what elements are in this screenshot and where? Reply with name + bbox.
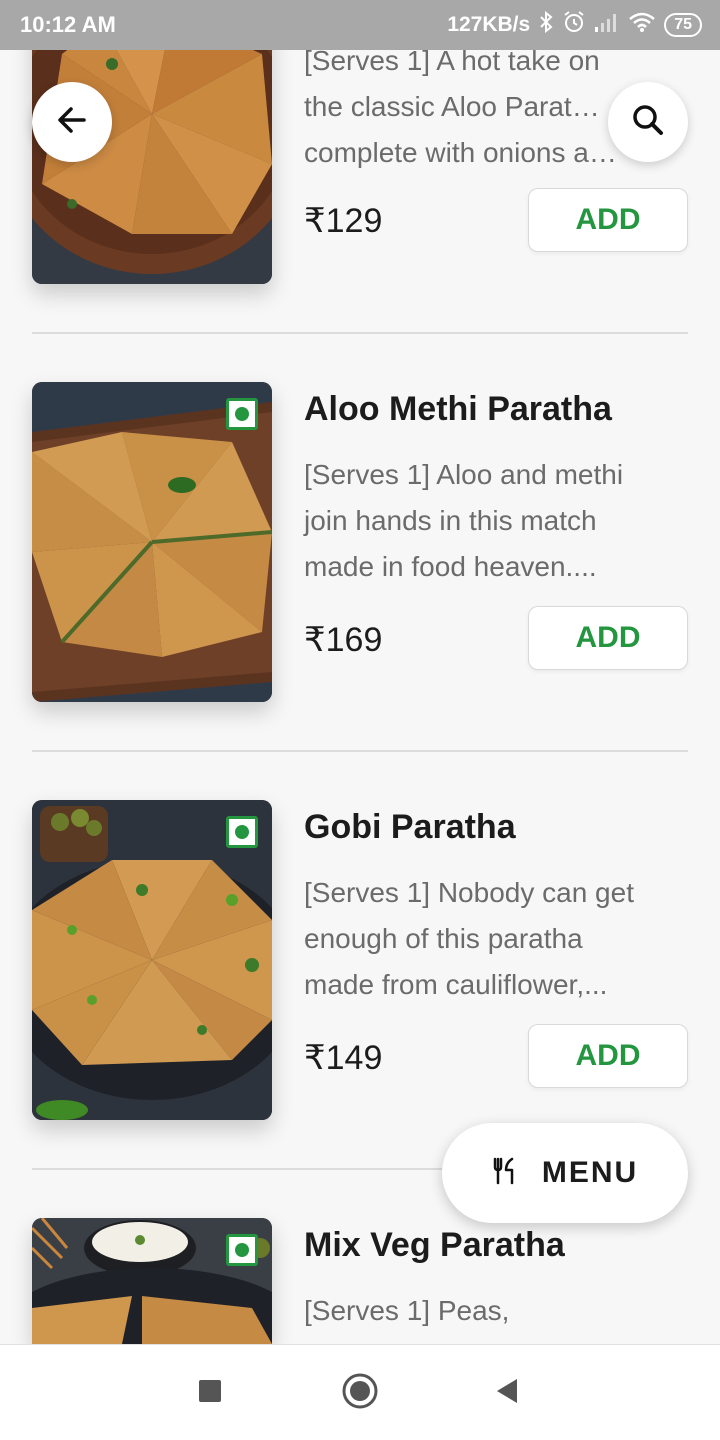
system-nav-bar bbox=[0, 1344, 720, 1440]
arrow-left-icon bbox=[54, 102, 90, 143]
status-time: 10:12 AM bbox=[20, 12, 116, 37]
home-circle-icon bbox=[341, 1372, 379, 1415]
divider bbox=[32, 332, 688, 334]
battery-indicator: 75 bbox=[664, 13, 702, 37]
home-button[interactable] bbox=[336, 1369, 384, 1417]
recents-button[interactable] bbox=[186, 1369, 234, 1417]
veg-indicator-icon bbox=[226, 1234, 258, 1266]
cutlery-icon bbox=[492, 1157, 518, 1190]
menu-button-label: MENU bbox=[541, 1156, 639, 1189]
item-description: [Serves 1] Aloo and methi join hands in … bbox=[304, 459, 624, 582]
item-price: ₹169 bbox=[304, 621, 383, 659]
status-icons: 127KB/s 75 bbox=[447, 10, 702, 40]
veg-indicator-icon bbox=[226, 398, 258, 430]
item-description: [Serves 1] Nobody can get enough of this… bbox=[304, 877, 634, 1000]
network-speed: 127KB/s bbox=[447, 13, 531, 36]
item-description: [Serves 1] Peas, bbox=[304, 1295, 510, 1326]
add-button[interactable]: ADD bbox=[528, 606, 688, 670]
food-image bbox=[32, 1218, 272, 1344]
signal-icon bbox=[594, 11, 620, 39]
food-image bbox=[32, 800, 272, 1120]
item-title: Mix Veg Paratha bbox=[304, 1226, 565, 1264]
status-bar: 10:12 AM 127KB/s 75 bbox=[0, 0, 720, 50]
item-price: ₹129 bbox=[304, 202, 383, 240]
add-button[interactable]: ADD bbox=[528, 1024, 688, 1088]
item-price: ₹149 bbox=[304, 1039, 383, 1077]
bluetooth-icon bbox=[538, 10, 554, 40]
back-nav-button[interactable] bbox=[482, 1369, 530, 1417]
item-title: Aloo Methi Paratha bbox=[304, 390, 612, 428]
add-button[interactable]: ADD bbox=[528, 188, 688, 252]
veg-indicator-icon bbox=[226, 816, 258, 848]
back-triangle-icon bbox=[493, 1377, 519, 1410]
menu-button[interactable]: MENU bbox=[442, 1123, 688, 1223]
item-title: Gobi Paratha bbox=[304, 808, 516, 846]
search-icon bbox=[631, 103, 665, 142]
recents-square-icon bbox=[197, 1378, 223, 1409]
wifi-icon bbox=[628, 11, 656, 39]
divider bbox=[32, 750, 688, 752]
search-button[interactable] bbox=[608, 82, 688, 162]
back-button[interactable] bbox=[32, 82, 112, 162]
alarm-icon bbox=[562, 10, 586, 40]
food-image bbox=[32, 382, 272, 702]
